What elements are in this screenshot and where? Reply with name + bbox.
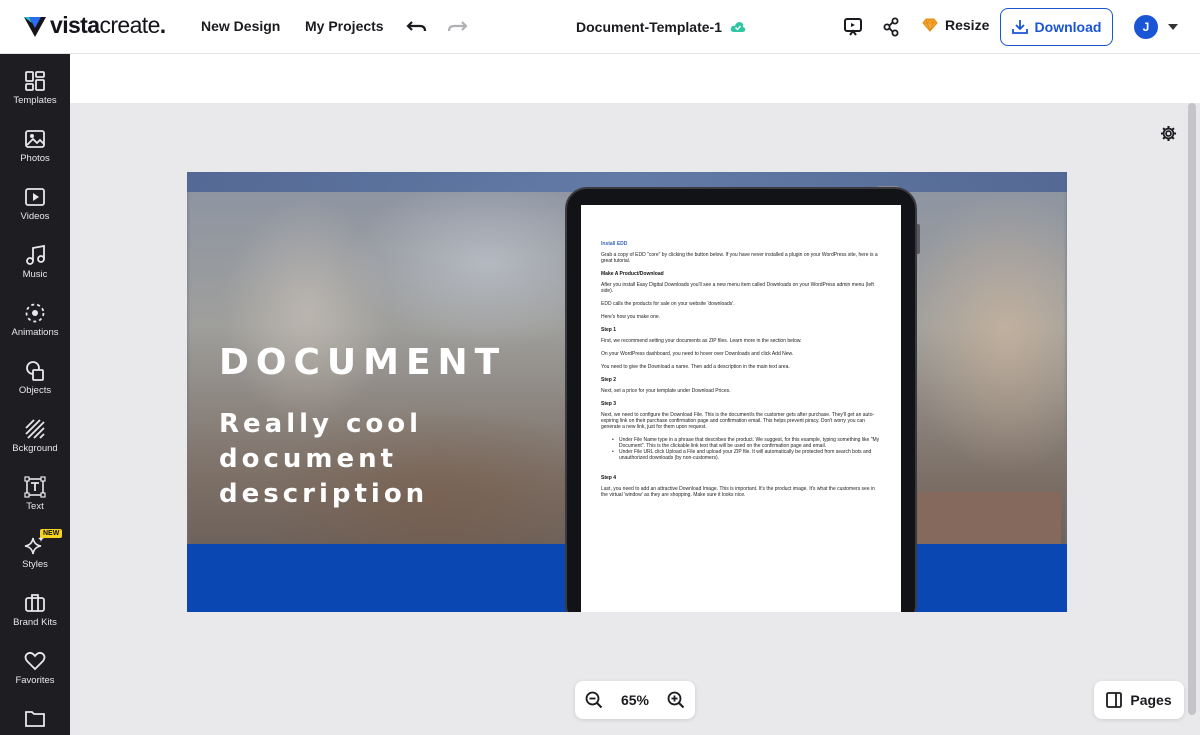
sidebar-item-styles[interactable]: NEW Styles: [0, 528, 70, 586]
zoom-in-icon[interactable]: [667, 691, 685, 709]
contextual-toolbar: [70, 54, 1200, 103]
sidebar-item-brand-kits[interactable]: Brand Kits: [0, 586, 70, 644]
doc-paragraph: EDD calls the products for sale on your …: [601, 301, 735, 307]
resize-label: Resize: [945, 17, 990, 33]
logo-mark-icon: [24, 16, 46, 37]
sidebar-item-templates[interactable]: Templates: [0, 64, 70, 122]
zoom-control: 65%: [575, 681, 695, 719]
sidebar-item-background[interactable]: Bckground: [0, 412, 70, 470]
sidebar-item-objects[interactable]: Objects: [0, 354, 70, 412]
background-icon: [25, 419, 45, 439]
doc-paragraph: After you install Easy Digital Downloads…: [601, 282, 874, 294]
new-design-link[interactable]: New Design: [201, 18, 280, 34]
sidebar-item-text[interactable]: Text: [0, 470, 70, 528]
grey-accent-block[interactable]: [903, 492, 1061, 547]
vistacreate-logo[interactable]: vistacreate.: [22, 12, 166, 39]
doc-paragraph: You need to give the Download a name. Th…: [601, 364, 790, 370]
subtitle-line: Really cool: [219, 409, 423, 439]
sidebar-item-photos[interactable]: Photos: [0, 122, 70, 180]
cloud-saved-icon: [730, 22, 746, 32]
sidebar-label: Objects: [18, 385, 52, 396]
tablet-screen-document: Install EDD Grab a copy of EDD "core" by…: [581, 205, 901, 612]
doc-paragraph: First, we recommend setting your documen…: [601, 338, 802, 344]
design-subtitle[interactable]: Really cool document description: [219, 407, 549, 512]
pages-panel-icon: [1106, 692, 1123, 708]
sidebar-label: Videos: [20, 211, 50, 222]
sidebar-label: Photos: [20, 153, 50, 164]
subtitle-line: description: [219, 479, 429, 509]
brand-kits-icon: [25, 594, 45, 612]
sidebar-label: Text: [26, 501, 44, 512]
document-title-text: Document-Template-1: [576, 19, 722, 35]
new-badge: NEW: [40, 529, 63, 538]
zoom-out-icon[interactable]: [585, 691, 603, 709]
redo-icon[interactable]: [446, 18, 468, 36]
doc-heading: Step 4: [601, 475, 617, 481]
doc-heading: Step 1: [601, 327, 617, 333]
logo-text: vistacreate.: [50, 12, 166, 38]
doc-heading: Step 2: [601, 377, 617, 383]
doc-paragraph: Here's how you make one.: [601, 314, 661, 320]
doc-paragraph: On your WordPress dashboard, you need to…: [601, 351, 794, 357]
undo-icon[interactable]: [406, 18, 428, 36]
present-icon[interactable]: [843, 17, 863, 37]
tablet-mockup[interactable]: Install EDD Grab a copy of EDD "core" by…: [565, 187, 917, 612]
pages-label: Pages: [1130, 692, 1172, 708]
avatar[interactable]: J: [1134, 15, 1158, 39]
design-canvas[interactable]: DOCUMENT Really cool document descriptio…: [187, 172, 1067, 612]
sidebar-item-favorites[interactable]: Favorites: [0, 644, 70, 702]
sidebar-item-music[interactable]: Music: [0, 238, 70, 296]
animations-icon: [25, 303, 45, 323]
doc-heading: Install EDD: [601, 241, 628, 247]
favorites-icon: [24, 651, 46, 671]
sidebar: Templates Photos Videos Music Animations…: [0, 54, 70, 735]
photos-icon: [25, 130, 45, 148]
sidebar-item-animations[interactable]: Animations: [0, 296, 70, 354]
music-icon: [26, 244, 45, 265]
sidebar-item-videos[interactable]: Videos: [0, 180, 70, 238]
doc-paragraph: Next, set a price for your template unde…: [601, 388, 731, 394]
sidebar-label: Animations: [11, 327, 59, 338]
share-icon[interactable]: [882, 17, 900, 37]
zoom-level[interactable]: 65%: [621, 692, 649, 708]
account-menu-chevron-down-icon[interactable]: [1168, 24, 1178, 30]
doc-paragraph: Grab a copy of EDD "core" by clicking th…: [601, 252, 878, 264]
subtitle-line: document: [219, 444, 398, 474]
folder-icon: [25, 711, 45, 727]
vertical-scrollbar[interactable]: [1188, 103, 1196, 721]
document-title[interactable]: Document-Template-1: [576, 19, 746, 35]
my-projects-link[interactable]: My Projects: [305, 18, 384, 34]
design-title[interactable]: DOCUMENT: [219, 342, 506, 383]
objects-icon: [26, 361, 44, 381]
download-icon: [1011, 20, 1028, 34]
sidebar-label: Brand Kits: [13, 617, 57, 628]
sidebar-label: Styles: [22, 559, 48, 570]
doc-paragraph: Next, we need to configure the Download …: [601, 412, 875, 430]
download-label: Download: [1034, 19, 1102, 35]
scrollbar-thumb[interactable]: [1188, 103, 1196, 715]
sidebar-label: Bckground: [12, 443, 58, 454]
sidebar-label: Music: [22, 269, 48, 280]
videos-icon: [25, 188, 45, 206]
download-button[interactable]: Download: [1000, 8, 1113, 46]
doc-heading: Step 3: [601, 401, 617, 407]
templates-icon: [25, 71, 45, 91]
doc-heading: Make A Product/Download: [601, 271, 664, 277]
sidebar-label: Favorites: [15, 675, 55, 686]
doc-list-item: Under File URL click Upload a File and u…: [612, 449, 881, 461]
top-bar: vistacreate. New Design My Projects Docu…: [0, 0, 1200, 54]
doc-paragraph: Last, you need to add an attractive Down…: [601, 486, 875, 498]
text-icon: [24, 476, 46, 498]
sidebar-item-folders[interactable]: [0, 702, 70, 735]
diamond-icon: [922, 18, 938, 32]
resize-button[interactable]: Resize: [922, 17, 989, 33]
canvas-settings-gear-icon[interactable]: [1160, 125, 1177, 147]
doc-list-item: Under File Name type in a phrase that de…: [612, 437, 881, 449]
sidebar-label: Templates: [13, 95, 57, 106]
pages-button[interactable]: Pages: [1094, 681, 1184, 719]
